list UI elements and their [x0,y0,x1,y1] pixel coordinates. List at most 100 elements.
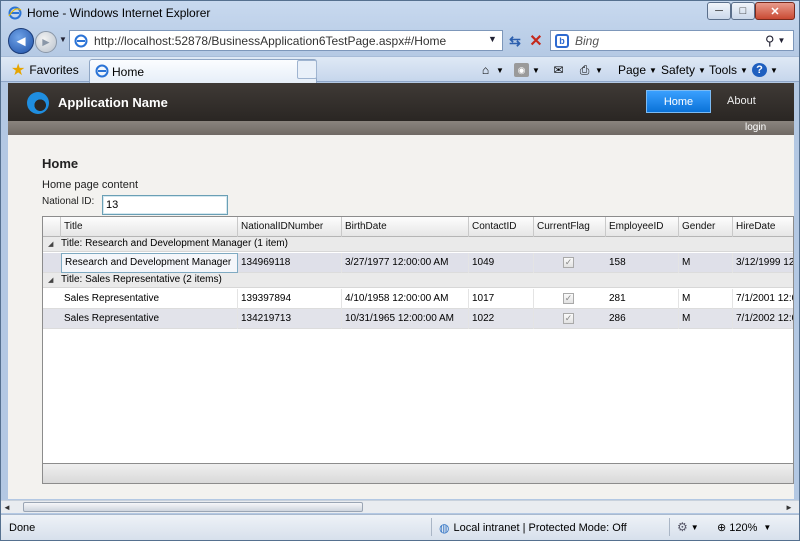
safety-menu[interactable]: Safety ▼ [661,61,706,79]
address-bar[interactable]: http://localhost:52878/BusinessApplicati… [69,30,503,51]
tools-menu[interactable]: Tools ▼ [709,61,748,79]
table-cell[interactable]: Sales Representative [61,289,238,309]
group-label: Title: Research and Development Manager … [61,238,288,249]
collapse-icon[interactable]: ◢ [48,276,53,284]
table-cell[interactable]: 134969118 [238,253,342,273]
table-cell[interactable]: 7/1/2001 12:00:00 AM [733,289,793,309]
print-button[interactable]: ⎙ ▼ [577,61,611,79]
tab-home[interactable]: Home [89,59,317,83]
mail-button[interactable]: ✉ [551,61,573,79]
maximize-button[interactable]: □ [731,2,755,20]
feeds-button[interactable]: ◉ ▼ [514,61,544,79]
protected-mode-button[interactable]: ⚙ ▼ [677,520,699,534]
table-row[interactable]: Sales Representative 134219713 10/31/1965 … [43,309,793,329]
column-header[interactable]: Title [61,217,238,237]
page-menu[interactable]: Page ▼ [618,61,657,79]
security-zone[interactable]: ◍ Local intranet | Protected Mode: Off [439,521,627,535]
table-cell[interactable]: Sales Representative [61,309,238,329]
nav-home-link[interactable]: Home [646,90,711,113]
app-name: Application Name [58,95,168,110]
national-id-input[interactable] [102,195,228,215]
zoom-level: 120% [729,521,758,534]
search-placeholder[interactable]: Bing [575,34,599,48]
home-button[interactable]: ⌂ ▼ [478,61,508,79]
table-cell[interactable]: 7/1/2002 12:00:00 AM [733,309,793,329]
table-cell[interactable]: 134219713 [238,309,342,329]
printer-icon: ⎙ [579,62,590,77]
zoom-control[interactable]: ⊕ 120% ▼ [717,521,771,535]
app-logo-icon [27,92,49,114]
scroll-right-icon[interactable]: ► [785,503,793,512]
collapse-icon[interactable]: ◢ [48,240,53,248]
scroll-left-icon[interactable]: ◄ [3,503,11,512]
column-header[interactable]: HireDate [733,217,793,237]
group-header-row[interactable]: ◢ Title: Sales Representative (2 items) [43,273,793,288]
national-id-label: National ID: [42,196,95,207]
column-header[interactable]: ContactID [469,217,534,237]
shield-icon: ⚙ [677,520,688,534]
table-cell[interactable]: 10/31/1965 12:00:00 AM [342,309,469,329]
status-separator [669,518,670,536]
table-cell[interactable]: 286 [606,309,679,329]
search-icon[interactable]: ⚲ ▼ [765,33,789,48]
help-button[interactable]: ? ▼ [752,61,778,79]
rss-icon: ◉ [514,63,529,77]
status-separator [431,518,432,536]
address-text[interactable]: http://localhost:52878/BusinessApplicati… [94,34,446,48]
table-cell[interactable]: 3/27/1977 12:00:00 AM [342,253,469,273]
table-cell[interactable]: M [679,289,733,309]
zoom-icon: ⊕ [717,522,727,534]
grid-header: Title NationalIDNumber BirthDate ContactID C… [43,217,793,237]
page-menu-label: Page [618,63,647,77]
column-header[interactable]: Gender [679,217,733,237]
employee-data-grid[interactable]: Title NationalIDNumber BirthDate ContactID C… [42,216,794,464]
column-header[interactable]: EmployeeID [606,217,679,237]
checkbox[interactable]: ✓ [563,257,574,268]
forward-button[interactable]: ► [35,31,57,53]
table-cell[interactable]: M [679,253,733,273]
back-button[interactable]: ◄ [8,28,34,54]
table-cell[interactable]: 4/10/1958 12:00:00 AM [342,289,469,309]
scroll-thumb[interactable] [23,502,363,512]
horizontal-scrollbar[interactable]: ◄ ► [1,500,799,513]
login-link[interactable]: login [745,122,766,133]
table-cell[interactable]: 1017 [469,289,534,309]
globe-icon: ◍ [439,521,450,535]
security-zone-label: Local intranet | Protected Mode: Off [453,522,627,534]
table-cell[interactable]: Research and Development Manager [61,253,238,273]
refresh-button[interactable]: ⇆ [506,32,524,50]
recent-pages-dropdown-icon[interactable]: ▼ [59,35,69,47]
table-row[interactable]: Sales Representative 139397894 4/10/1958 1… [43,289,793,309]
checkbox[interactable]: ✓ [563,293,574,304]
ie-logo-icon [8,6,22,20]
page-viewport: Application Name Home About login Home H… [8,83,794,499]
table-row[interactable]: Research and Development Manager 13496911… [43,253,793,273]
column-header[interactable]: CurrentFlag [534,217,606,237]
address-dropdown-icon[interactable]: ▼ [488,34,497,44]
table-cell[interactable]: 1022 [469,309,534,329]
grid-header-indent [43,217,61,237]
tools-menu-label: Tools [709,63,738,77]
nav-about-link[interactable]: About [727,95,756,107]
safety-menu-label: Safety [661,63,696,77]
group-header-row[interactable]: ◢ Title: Research and Development Manager… [43,237,793,252]
table-cell[interactable]: M [679,309,733,329]
table-cell[interactable]: 1049 [469,253,534,273]
app-header: Application Name Home About [8,83,794,121]
table-cell[interactable]: 139397894 [238,289,342,309]
favorites-button[interactable]: ★ Favorites [7,60,83,80]
search-box[interactable]: b Bing ⚲ ▼ [550,30,794,51]
table-cell[interactable]: 158 [606,253,679,273]
table-cell[interactable]: 3/12/1999 12:00:00 AM [733,253,793,273]
stop-button[interactable]: ✕ [528,32,544,50]
column-header[interactable]: NationalIDNumber [238,217,342,237]
checkbox[interactable]: ✓ [563,313,574,324]
close-button[interactable]: ✕ [755,2,795,20]
title-bar: Home - Windows Internet Explorer ─ □ ✕ [1,1,799,25]
column-header[interactable]: BirthDate [342,217,469,237]
favorites-label: Favorites [29,63,79,77]
minimize-button[interactable]: ─ [707,2,731,20]
new-tab-button[interactable] [297,60,317,79]
page-icon [95,64,109,78]
table-cell[interactable]: 281 [606,289,679,309]
